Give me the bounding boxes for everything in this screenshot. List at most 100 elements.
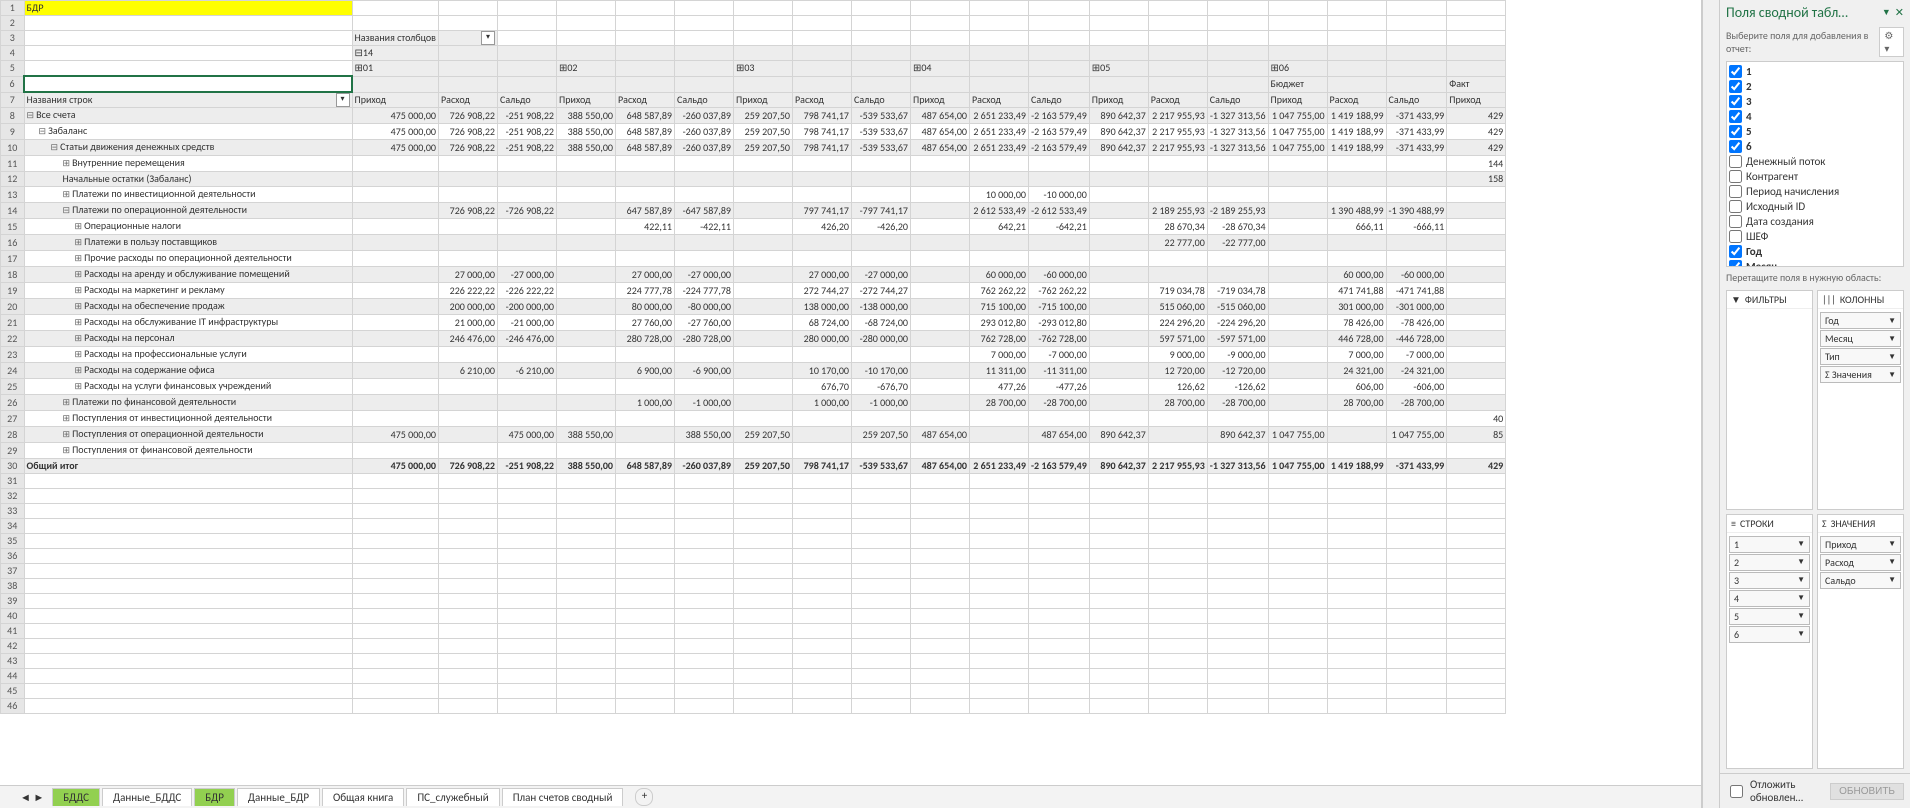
area-values[interactable]: ΣЗНАЧЕНИЯ Приход▼Расход▼Сальдо▼ xyxy=(1817,514,1904,770)
cell-value xyxy=(1207,187,1268,203)
row-label[interactable]: Расходы на аренду и обслуживание помещен… xyxy=(24,267,352,283)
field-checkbox[interactable] xyxy=(1729,245,1742,258)
field-checkbox[interactable] xyxy=(1729,80,1742,93)
field-row[interactable]: Денежный поток xyxy=(1729,154,1901,169)
row-label[interactable]: Поступления от инвестиционной деятельнос… xyxy=(24,411,352,427)
row-label[interactable]: Поступления от финансовой деятельности xyxy=(24,443,352,459)
field-checkbox[interactable] xyxy=(1729,230,1742,243)
row-label[interactable]: Расходы на маркетинг и рекламу xyxy=(24,283,352,299)
field-row[interactable]: 5 xyxy=(1729,124,1901,139)
row-label[interactable]: Начальные остатки (Забаланс) xyxy=(24,172,352,187)
area-filters[interactable]: ▼ФИЛЬТРЫ xyxy=(1726,290,1813,510)
month-04[interactable]: ⊞04 xyxy=(910,61,969,77)
row-label[interactable]: Внутренние перемещения xyxy=(24,156,352,172)
cell-value xyxy=(733,331,792,347)
row-label[interactable]: Статьи движения денежных средств xyxy=(24,140,352,156)
row-label[interactable]: Платежи по операционной деятельности xyxy=(24,203,352,219)
row-label[interactable]: Расходы на обеспечение продаж xyxy=(24,299,352,315)
field-row[interactable]: 4 xyxy=(1729,109,1901,124)
vertical-scrollbar[interactable] xyxy=(1702,0,1719,808)
grid-scroll[interactable]: 1БДР23Названия столбцов▾4⊟145⊞01⊞02⊞03⊞0… xyxy=(0,0,1701,785)
area-pill[interactable]: Тип▼ xyxy=(1820,348,1901,365)
sheet-tab[interactable]: Данные_БДДС xyxy=(102,788,192,806)
sheet-tab[interactable]: Данные_БДР xyxy=(237,788,320,806)
field-row[interactable]: 3 xyxy=(1729,94,1901,109)
area-pill[interactable]: Σ Значения▼ xyxy=(1820,366,1901,383)
sheet-tab[interactable]: Общая книга xyxy=(322,788,404,806)
row-label[interactable]: Забаланс xyxy=(24,124,352,140)
area-rows[interactable]: ≡СТРОКИ 1▼2▼3▼4▼5▼6▼ xyxy=(1726,514,1813,770)
month-05[interactable]: ⊞05 xyxy=(1089,61,1148,77)
field-checkbox[interactable] xyxy=(1729,260,1742,267)
area-pill[interactable]: 4▼ xyxy=(1729,590,1810,607)
cell-value xyxy=(615,156,674,172)
area-pill[interactable]: 3▼ xyxy=(1729,572,1810,589)
field-row[interactable]: 1 xyxy=(1729,64,1901,79)
field-checkbox[interactable] xyxy=(1729,155,1742,168)
cell-value xyxy=(1148,427,1207,443)
field-checkbox[interactable] xyxy=(1729,170,1742,183)
sheet-tab[interactable]: БДДС xyxy=(52,788,100,806)
sheet-tab[interactable]: БДР xyxy=(194,788,235,806)
field-checkbox[interactable] xyxy=(1729,95,1742,108)
cell-value: -246 476,00 xyxy=(497,331,556,347)
row-label[interactable]: Прочие расходы по операционной деятельно… xyxy=(24,251,352,267)
row-label[interactable]: Расходы на содержание офиса xyxy=(24,363,352,379)
row-label[interactable]: Операционные налоги xyxy=(24,219,352,235)
sheet-tab[interactable]: План счетов сводный xyxy=(502,788,624,806)
field-row[interactable]: 6 xyxy=(1729,139,1901,154)
panel-dropdown-icon[interactable]: ▼ xyxy=(1882,7,1891,18)
gear-icon[interactable]: ⚙ ▾ xyxy=(1879,27,1904,57)
row-label[interactable]: Расходы на услуги финансовых учреждений xyxy=(24,379,352,395)
row-label[interactable]: Расходы на профессиональные услуги xyxy=(24,347,352,363)
update-button[interactable]: ОБНОВИТЬ xyxy=(1830,783,1904,800)
field-row[interactable]: Месяц xyxy=(1729,259,1901,267)
row-label[interactable]: Поступления от операционной деятельности xyxy=(24,427,352,443)
field-row[interactable]: 2 xyxy=(1729,79,1901,94)
month-03[interactable]: ⊞03 xyxy=(733,61,792,77)
area-pill[interactable]: Месяц▼ xyxy=(1820,330,1901,347)
month-02[interactable]: ⊞02 xyxy=(556,61,615,77)
area-pill[interactable]: Приход▼ xyxy=(1820,536,1901,553)
field-checkbox[interactable] xyxy=(1729,215,1742,228)
sheet-tab[interactable]: ПС_служебный xyxy=(406,788,499,806)
field-checkbox[interactable] xyxy=(1729,125,1742,138)
field-row[interactable]: Дата создания xyxy=(1729,214,1901,229)
cell-value xyxy=(910,379,969,395)
year-group[interactable]: ⊟14 xyxy=(352,46,438,61)
area-pill[interactable]: 2▼ xyxy=(1729,554,1810,571)
field-row[interactable]: Исходный ID xyxy=(1729,199,1901,214)
field-checkbox[interactable] xyxy=(1729,110,1742,123)
field-list[interactable]: 123456Денежный потокКонтрагентПериод нач… xyxy=(1726,61,1904,267)
area-pill[interactable]: Расход▼ xyxy=(1820,554,1901,571)
row-label[interactable]: Платежи по финансовой деятельности xyxy=(24,395,352,411)
row-label[interactable]: Платежи по инвестиционной деятельности xyxy=(24,187,352,203)
area-pill[interactable]: 5▼ xyxy=(1729,608,1810,625)
area-pill[interactable]: Год▼ xyxy=(1820,312,1901,329)
field-checkbox[interactable] xyxy=(1729,185,1742,198)
field-row[interactable]: Период начисления xyxy=(1729,184,1901,199)
area-pill[interactable]: Сальдо▼ xyxy=(1820,572,1901,589)
column-filter-button[interactable]: ▾ xyxy=(438,31,497,46)
row-label[interactable]: Расходы на обслуживание IT инфраструктур… xyxy=(24,315,352,331)
area-pill[interactable]: 1▼ xyxy=(1729,536,1810,553)
defer-update-check[interactable]: Отложить обновлен… xyxy=(1726,778,1824,804)
field-row[interactable]: ШЕФ xyxy=(1729,229,1901,244)
row-filter-button[interactable]: ▾ xyxy=(336,93,350,107)
add-sheet-button[interactable]: + xyxy=(635,788,653,806)
tab-nav[interactable]: ◄ ► xyxy=(20,791,44,804)
field-row[interactable]: Год xyxy=(1729,244,1901,259)
panel-close-icon[interactable]: ✕ xyxy=(1895,6,1904,19)
month-06[interactable]: ⊞06 xyxy=(1268,61,1327,77)
month-01[interactable]: ⊞01 xyxy=(352,61,438,77)
field-checkbox[interactable] xyxy=(1729,140,1742,153)
field-checkbox[interactable] xyxy=(1729,65,1742,78)
row-label[interactable]: Расходы на персонал xyxy=(24,331,352,347)
field-row[interactable]: Контрагент xyxy=(1729,169,1901,184)
area-columns[interactable]: |||КОЛОННЫ Год▼Месяц▼Тип▼Σ Значения▼ xyxy=(1817,290,1904,510)
row-label[interactable]: Все счета xyxy=(24,108,352,124)
row-label[interactable]: Платежи в пользу поставщиков xyxy=(24,235,352,251)
area-pill[interactable]: 6▼ xyxy=(1729,626,1810,643)
field-checkbox[interactable] xyxy=(1729,200,1742,213)
funnel-icon: ▼ xyxy=(1731,293,1741,306)
